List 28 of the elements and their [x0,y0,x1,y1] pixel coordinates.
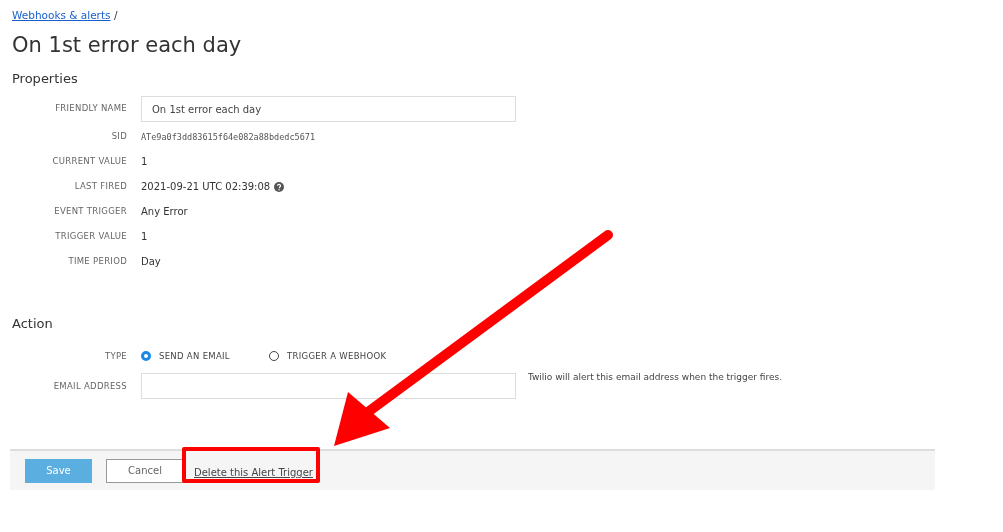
help-text: Twilio will alert this email address when the trigger fires. [528,372,783,382]
field-label: CURRENT VALUE [51,155,127,168]
field-value: 1 [141,156,148,167]
field-value: 1 [141,231,148,242]
delete-link[interactable]: Delete this Alert Trigger [194,467,313,478]
field-value: Any Error [141,206,188,217]
field-label: SID [110,130,127,143]
section-heading: Properties [12,71,79,86]
friendly-name-field[interactable]: On 1st error each day [141,96,516,122]
field-label: EMAIL ADDRESS [52,380,127,393]
field-label: TIME PERIOD [67,255,127,268]
page-title: On 1st error each day [12,33,243,57]
field-label: EVENT TRIGGER [53,205,127,218]
field-label: LAST FIRED [73,180,127,193]
email-address-field[interactable] [141,373,516,399]
radio-option[interactable]: TRIGGER A WEBHOOK [269,351,397,361]
field-label: TYPE [103,350,127,363]
radio-option[interactable]: SEND AN EMAIL [141,351,269,361]
field-value: 2021-09-21 UTC 02:39:08 [141,181,271,192]
field-label: FRIENDLY NAME [54,102,127,115]
field-value: Day [141,256,161,267]
field-label: TRIGGER VALUE [54,230,127,243]
breadcrumb-link[interactable]: Webhooks & alerts [12,9,111,21]
breadcrumb-separator: / [113,9,118,21]
section-heading: Action [12,316,54,331]
cancel-button[interactable]: Cancel [106,458,184,483]
sid-value: ATe9a0f3dd83615f64e082a88bdedc5671 [141,131,315,142]
help-icon[interactable] [274,181,285,192]
